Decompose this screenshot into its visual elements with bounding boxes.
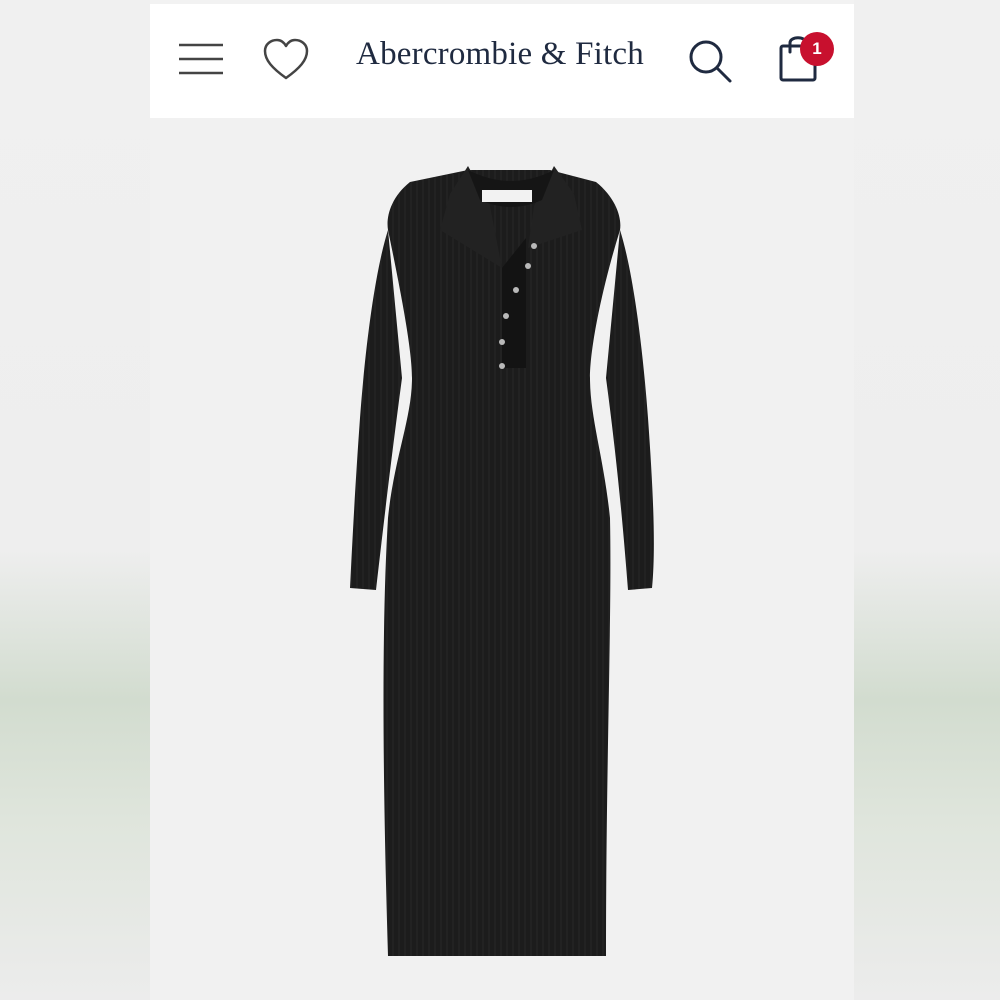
- cart-count-badge: 1: [800, 32, 834, 66]
- search-icon[interactable]: [686, 37, 734, 85]
- site-header: Abercrombie & Fitch 1: [150, 4, 854, 118]
- phone-screen: Abercrombie & Fitch 1: [150, 0, 854, 1000]
- dress-button: [499, 339, 505, 345]
- dress-button: [503, 313, 509, 319]
- dress-button: [499, 363, 505, 369]
- dress-button: [513, 287, 519, 293]
- brand-logo[interactable]: Abercrombie & Fitch: [350, 36, 650, 73]
- product-image-area[interactable]: [150, 118, 854, 1000]
- dress-body: [383, 170, 621, 956]
- garment-label: [482, 190, 532, 202]
- product-image: [350, 166, 654, 956]
- dress-button: [525, 263, 531, 269]
- dress-button: [531, 243, 537, 249]
- background-blur-right: [854, 0, 1000, 1000]
- hamburger-menu-icon[interactable]: [176, 40, 226, 80]
- heart-icon[interactable]: [262, 38, 310, 82]
- dress-right-sleeve: [606, 230, 654, 590]
- background-blur-left: [0, 0, 150, 1000]
